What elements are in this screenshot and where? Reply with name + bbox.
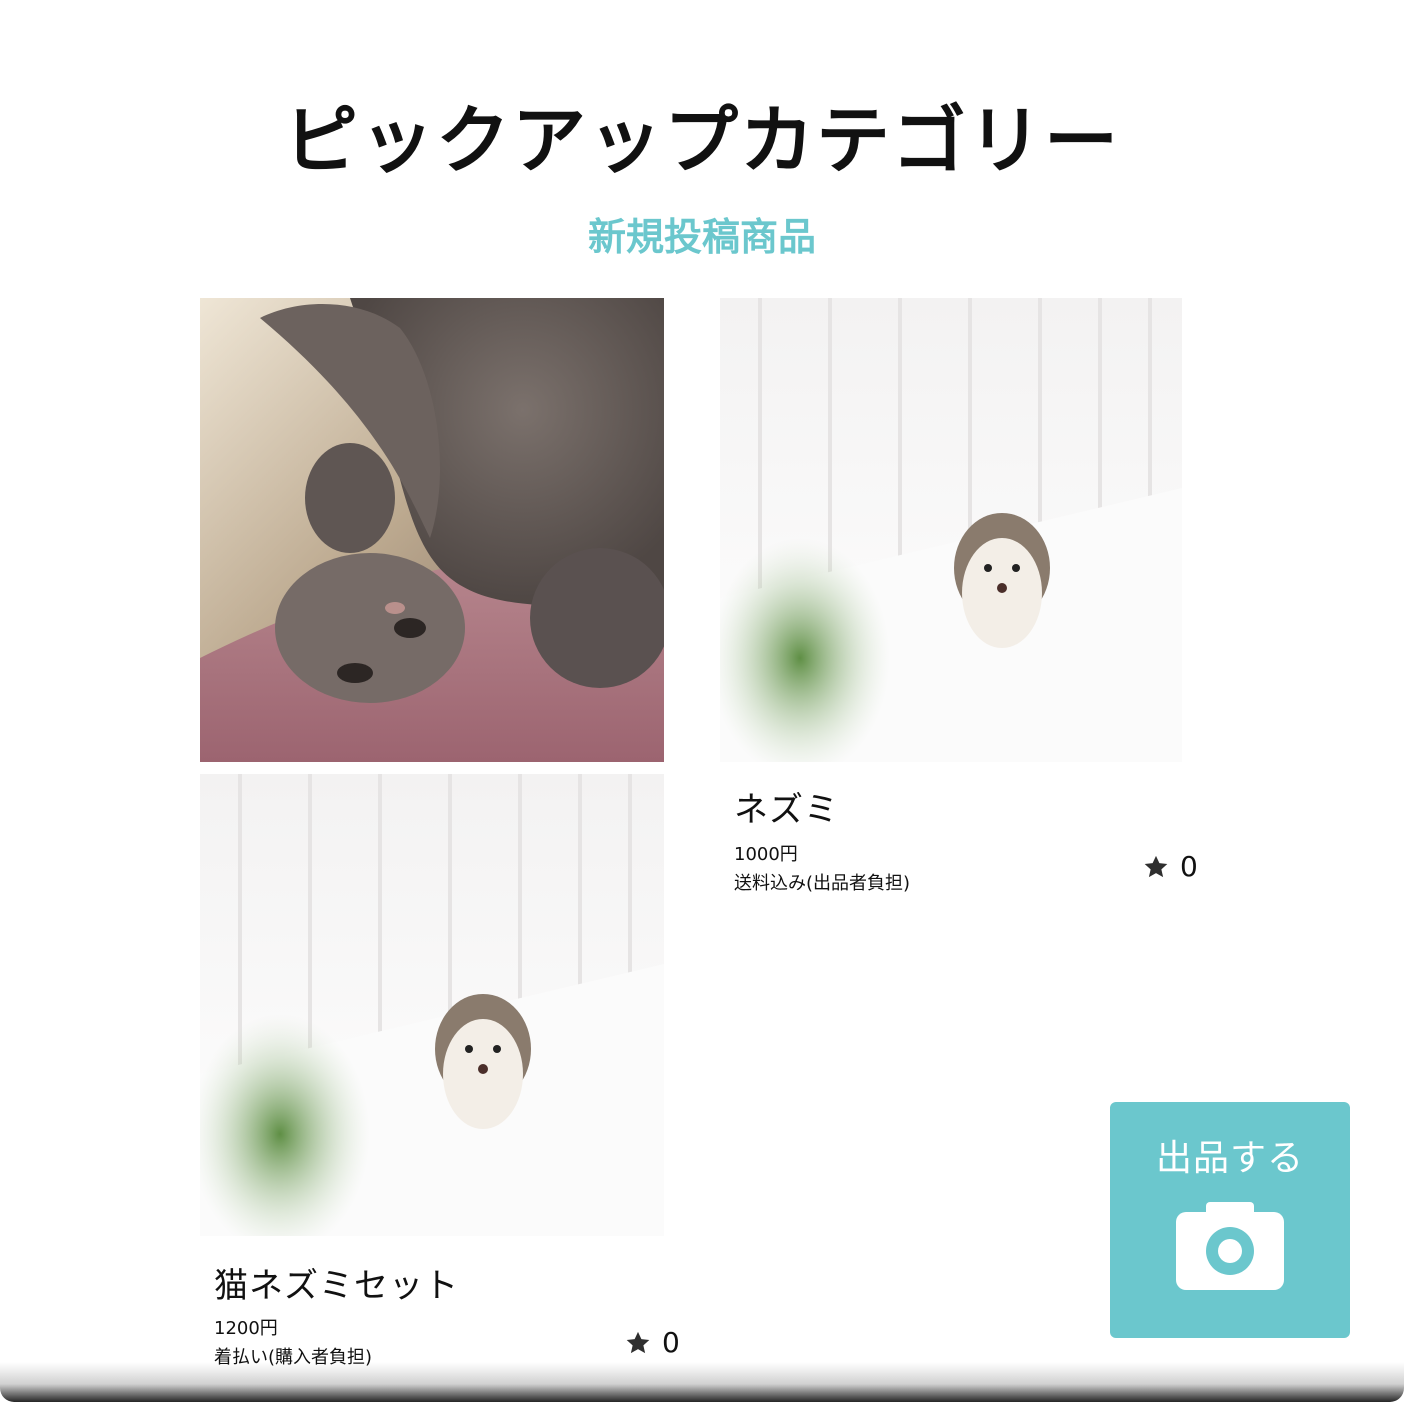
product-image-cat[interactable] xyxy=(200,298,664,762)
section-title: 新規投稿商品 xyxy=(587,215,816,259)
product-price: 1200円 xyxy=(214,1318,278,1339)
product-shipping: 送料込み(出品者負担) xyxy=(734,873,911,894)
star-icon xyxy=(624,1329,652,1357)
like-count-value: 0 xyxy=(1180,850,1198,883)
camera-icon xyxy=(1176,1202,1284,1290)
product-price: 1000円 xyxy=(734,844,798,865)
sell-button[interactable]: 出品する xyxy=(1110,1102,1350,1338)
star-icon xyxy=(1142,853,1170,881)
page: ピックアップカテゴリー 新規投稿商品 ネズミ 1000円 送料込み(出品者負担)… xyxy=(0,0,1404,1402)
sell-button-label: 出品する xyxy=(1155,1138,1304,1179)
product-image-cat-nezumi-set[interactable] xyxy=(200,774,664,1236)
like-count[interactable]: 0 xyxy=(1142,850,1198,883)
product-image-nezumi[interactable] xyxy=(720,298,1182,762)
like-count[interactable]: 0 xyxy=(624,1326,680,1359)
bottom-shadow xyxy=(0,1362,1404,1402)
page-title: ピックアップカテゴリー xyxy=(284,98,1120,184)
like-count-value: 0 xyxy=(662,1326,680,1359)
product-name[interactable]: 猫ネズミセット xyxy=(214,1266,459,1306)
product-shipping: 着払い(購入者負担) xyxy=(214,1347,373,1368)
product-name[interactable]: ネズミ xyxy=(734,790,839,830)
